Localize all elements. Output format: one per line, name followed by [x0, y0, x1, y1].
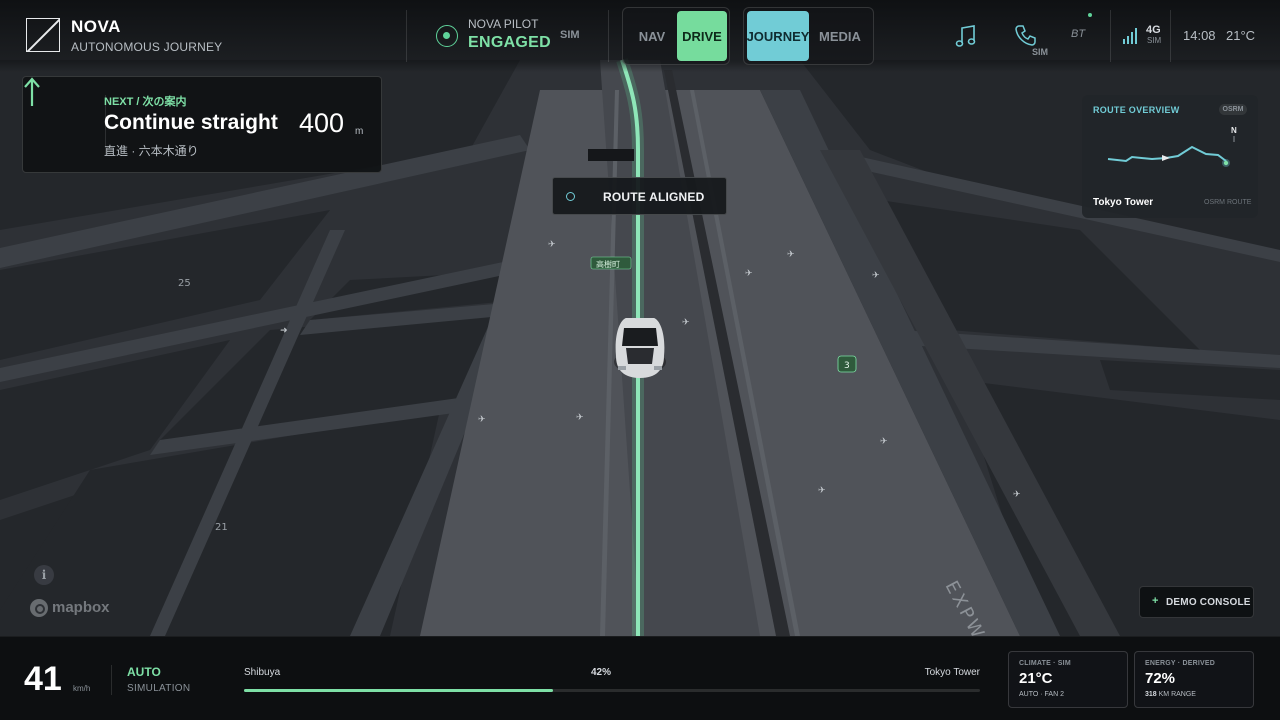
- mapbox-logo-icon: [30, 599, 48, 617]
- panel-toggle: JOURNEY MEDIA: [743, 7, 874, 65]
- tab-media[interactable]: MEDIA: [809, 11, 871, 61]
- map-view[interactable]: ✈✈ ✈✈ ✈✈ ✈✈ ✈✈ ➜ 高樹町 3 25 21 EXPWY: [0, 0, 1280, 636]
- view-toggle: NAV DRIVE: [622, 7, 730, 65]
- tab-drive[interactable]: DRIVE: [677, 11, 727, 61]
- energy-value: 72%: [1145, 670, 1176, 687]
- network-sim-tag: SIM: [1147, 36, 1162, 45]
- pilot-mode-badge: SIM: [560, 29, 580, 41]
- svg-text:✈: ✈: [1013, 490, 1021, 500]
- svg-text:➜: ➜: [280, 326, 288, 336]
- ego-vehicle: [614, 318, 666, 378]
- svg-text:✈: ✈: [478, 415, 486, 425]
- outside-temperature: 21°C: [1226, 28, 1256, 43]
- bt-connected-dot: [1088, 13, 1092, 17]
- turn-instruction: Continue straight: [104, 111, 278, 134]
- drive-source: SIMULATION: [127, 683, 191, 694]
- phone-sim-tag: SIM: [1032, 47, 1049, 57]
- trip-progress-label: 42%: [591, 667, 612, 678]
- route-status-pill: ROUTE ALIGNED: [552, 177, 727, 215]
- route-overview-card[interactable]: ROUTE OVERVIEW OSRM N Tokyo Tower OSRM R…: [1082, 95, 1258, 218]
- trip-progress-track: [244, 689, 980, 692]
- phone-icon[interactable]: [1015, 24, 1037, 46]
- station-label: 高樹町: [596, 259, 620, 269]
- climate-card[interactable]: CLIMATE · SIM 21°C AUTO · FAN 2: [1008, 651, 1128, 708]
- mapbox-attribution: mapbox: [52, 599, 110, 616]
- divider: [111, 665, 112, 695]
- brand-name: NOVA: [71, 17, 121, 36]
- clock: 14:08: [1183, 28, 1216, 43]
- trip-origin: Shibuya: [244, 667, 281, 678]
- pilot-label: NOVA PILOT: [468, 17, 539, 31]
- divider: [1110, 10, 1111, 62]
- top-bar: NOVA AUTONOMOUS JOURNEY NOVA PILOT ENGAG…: [0, 0, 1280, 72]
- energy-range-unit: KM RANGE: [1158, 691, 1196, 698]
- divider: [1170, 10, 1171, 62]
- tab-nav[interactable]: NAV: [627, 11, 677, 61]
- svg-text:✈: ✈: [880, 437, 888, 447]
- speed-value: 41: [24, 660, 62, 698]
- route-destination: Tokyo Tower: [1093, 197, 1154, 208]
- svg-text:✈: ✈: [682, 318, 690, 328]
- energy-label: ENERGY · DERIVED: [1145, 660, 1215, 667]
- energy-range-value: 318: [1145, 691, 1157, 698]
- route-shield: 3: [844, 361, 850, 371]
- demo-console-label: DEMO CONSOLE: [1166, 597, 1251, 608]
- speed-unit: km/h: [73, 684, 91, 693]
- bottom-bar: 41 km/h AUTO SIMULATION Shibuya 42% Toky…: [0, 636, 1280, 720]
- signal-bars-icon: [1123, 28, 1137, 44]
- next-turn-card: NEXT / 次の案内 Continue straight 直進 · 六本木通り…: [22, 76, 382, 173]
- climate-label: CLIMATE · SIM: [1019, 660, 1071, 667]
- nova-logo-icon: [26, 18, 60, 52]
- bluetooth-status[interactable]: BT: [1071, 28, 1085, 40]
- energy-range: 318 KM RANGE: [1145, 691, 1196, 698]
- drive-mode: AUTO: [127, 665, 161, 679]
- turn-distance: 400: [299, 108, 345, 138]
- block-label: 25: [178, 278, 191, 289]
- block-label: 21: [215, 522, 228, 533]
- music-note-icon[interactable]: [955, 24, 977, 48]
- arrow-up-icon: [24, 77, 40, 106]
- attribution-info-icon[interactable]: i: [34, 565, 54, 585]
- svg-text:✈: ✈: [818, 486, 826, 496]
- network-type: 4G: [1146, 24, 1161, 36]
- svg-text:✈: ✈: [872, 271, 880, 281]
- route-source: OSRM ROUTE: [1204, 199, 1252, 206]
- app-root: ✈✈ ✈✈ ✈✈ ✈✈ ✈✈ ➜ 高樹町 3 25 21 EXPWY: [0, 0, 1280, 720]
- turn-distance-unit: m: [355, 126, 364, 137]
- climate-value: 21°C: [1019, 670, 1053, 687]
- svg-text:✈: ✈: [745, 269, 753, 279]
- tab-journey[interactable]: JOURNEY: [747, 11, 809, 61]
- climate-sub: AUTO · FAN 2: [1019, 691, 1064, 698]
- svg-text:✈: ✈: [787, 250, 795, 260]
- turn-kicker: NEXT / 次の案内: [104, 96, 187, 108]
- divider: [406, 10, 407, 62]
- energy-card[interactable]: ENERGY · DERIVED 72% 318 KM RANGE: [1134, 651, 1254, 708]
- turn-street: 直進 · 六本木通り: [104, 144, 199, 158]
- trip-progress-fill: [244, 689, 554, 692]
- status-ring-icon: [566, 192, 575, 201]
- svg-text:✈: ✈: [576, 413, 584, 423]
- plus-icon: +: [1152, 595, 1159, 607]
- svg-text:✈: ✈: [548, 240, 556, 250]
- divider: [608, 10, 609, 62]
- route-status-label: ROUTE ALIGNED: [603, 190, 705, 204]
- pilot-target-icon: [436, 25, 458, 47]
- demo-console-button[interactable]: + DEMO CONSOLE: [1139, 586, 1254, 618]
- brand-subtitle: AUTONOMOUS JOURNEY: [71, 40, 223, 54]
- trip-destination: Tokyo Tower: [924, 667, 980, 678]
- pilot-status: ENGAGED: [468, 34, 551, 51]
